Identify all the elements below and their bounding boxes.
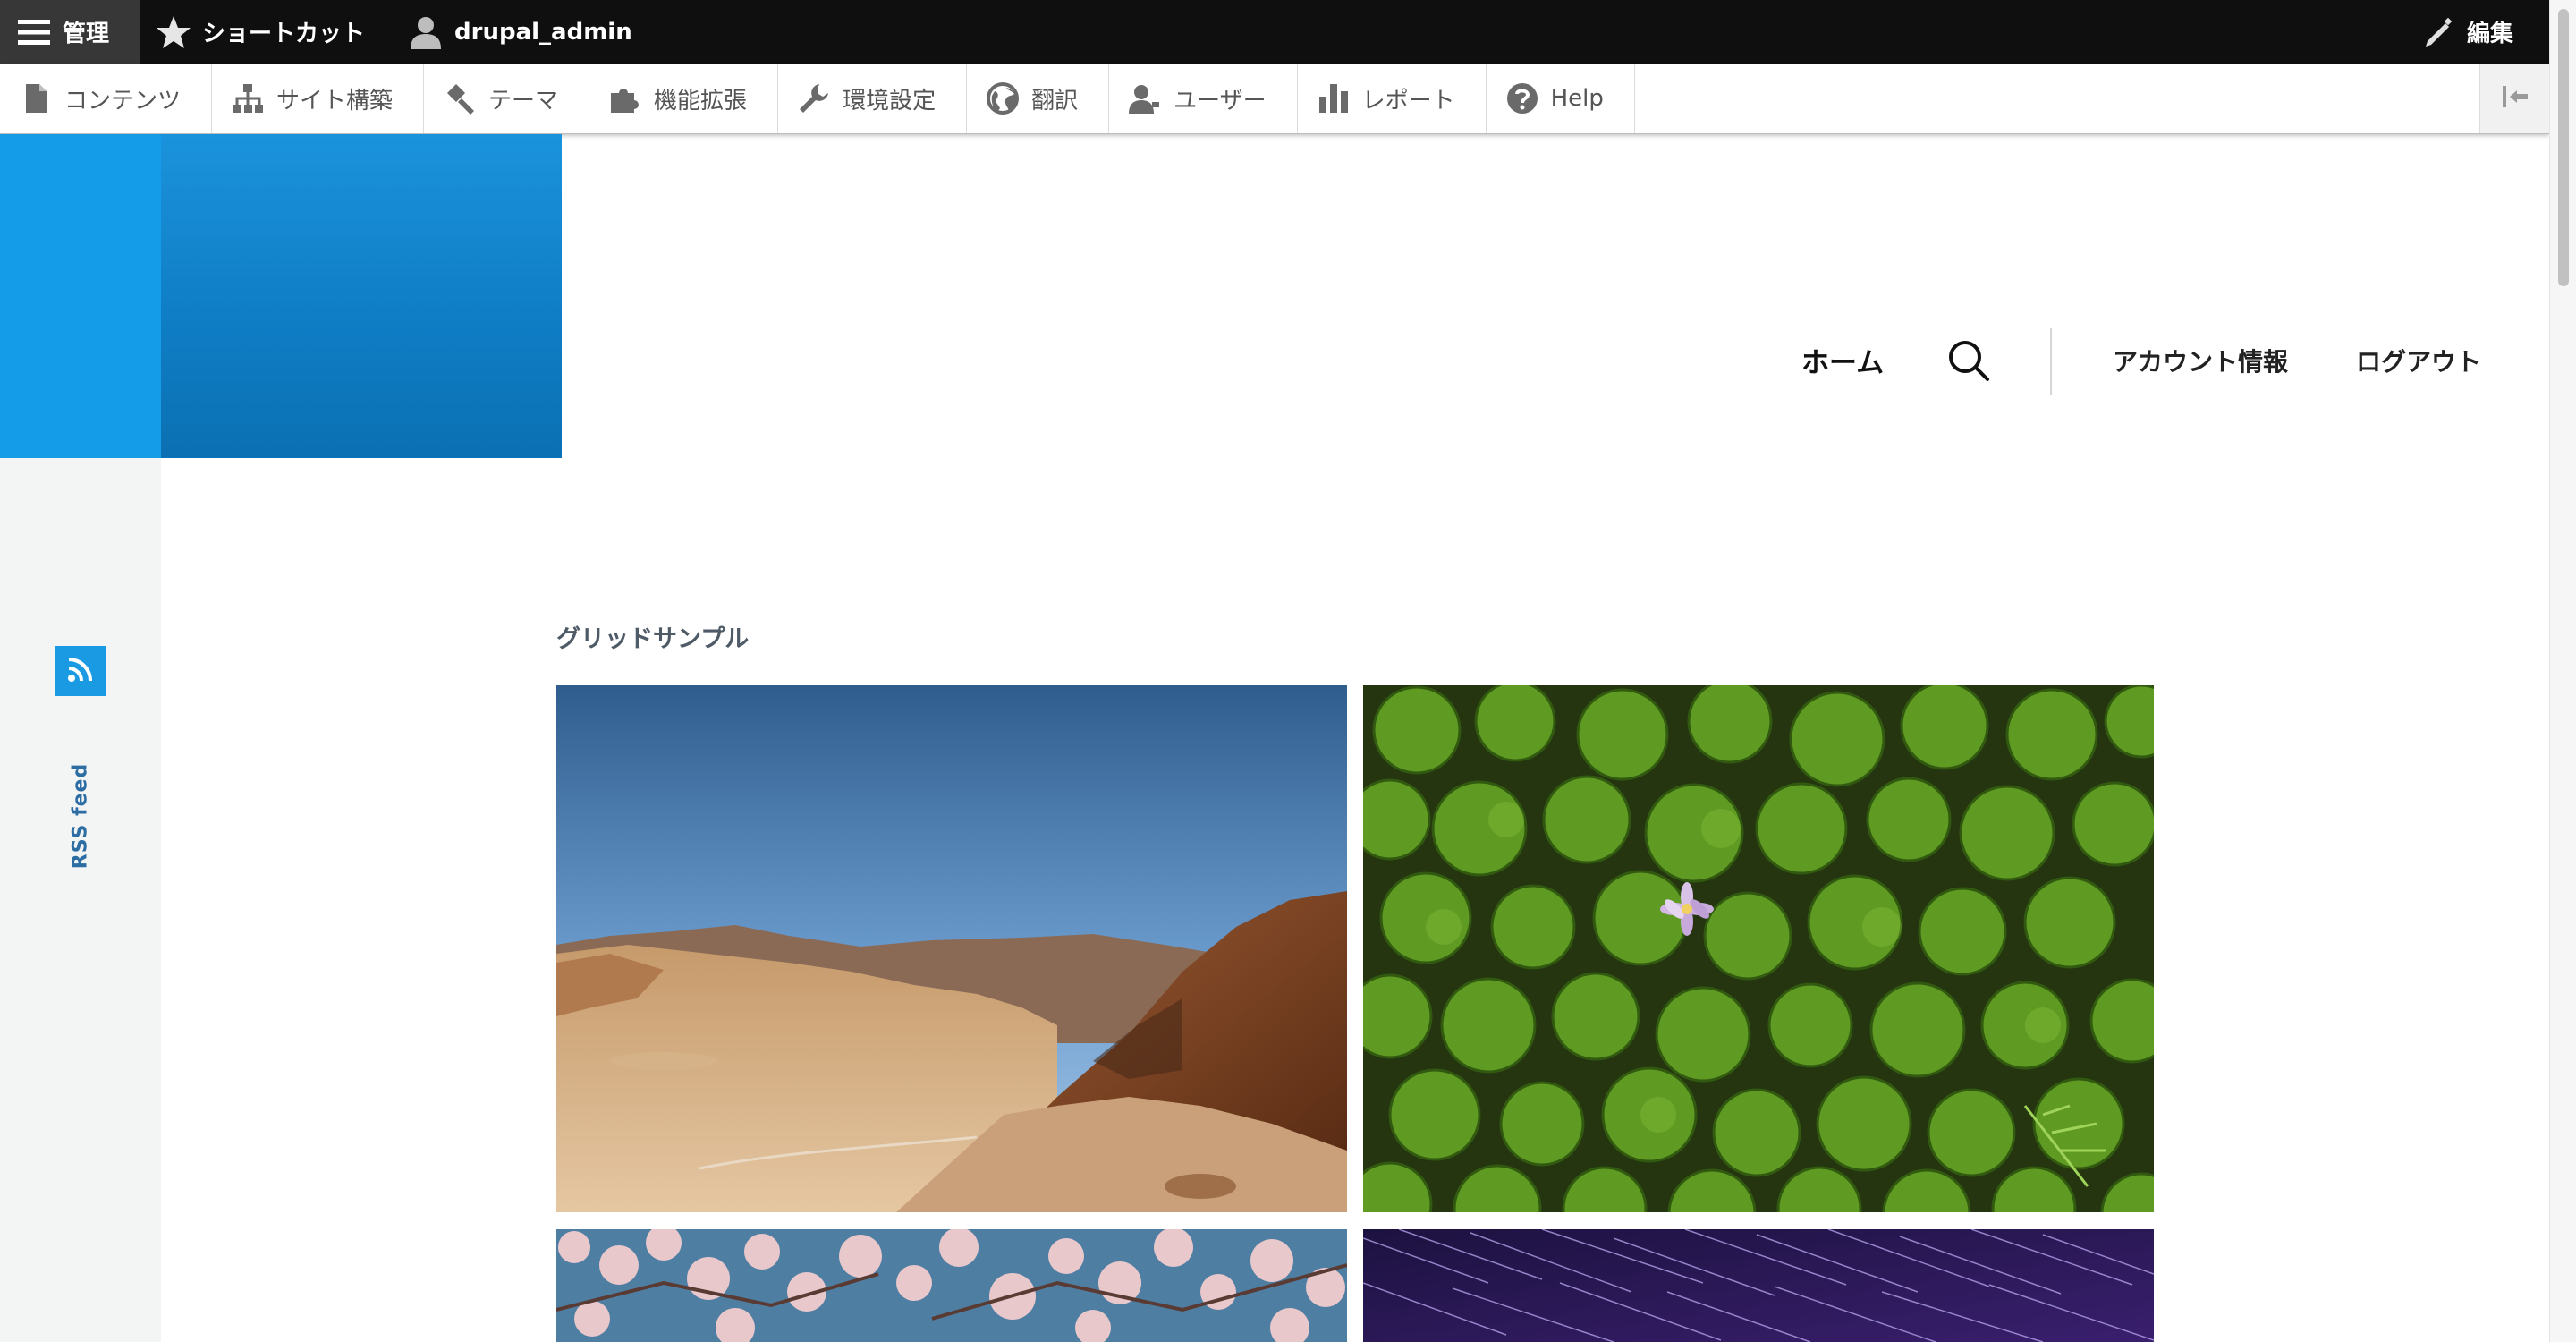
tray-item-people[interactable]: ユーザー (1109, 64, 1298, 133)
rss-feed-label[interactable]: RSS feed (70, 763, 92, 869)
paintbrush-icon (442, 81, 478, 116)
tray-item-appearance[interactable]: テーマ (424, 64, 590, 133)
toolbar-shortcuts-label: ショートカット (202, 21, 366, 47)
wrench-icon (796, 81, 832, 116)
tray-item-configuration[interactable]: 環境設定 (778, 64, 968, 133)
toolbar-user-label: drupal_admin (454, 18, 632, 46)
tray-item-label: テーマ (488, 87, 559, 115)
site-logo-block[interactable] (161, 134, 562, 458)
tray-item-label: コンテンツ (64, 87, 182, 115)
search-icon (1946, 341, 1991, 386)
toolbar-manage-label: 管理 (63, 21, 110, 47)
tray-item-label: 翻訳 (1031, 87, 1079, 115)
tray-item-reports[interactable]: レポート (1298, 64, 1487, 133)
search-button[interactable] (1946, 338, 1991, 383)
grid-image-desert[interactable] (556, 685, 1347, 1212)
file-icon (18, 81, 54, 116)
people-icon (1127, 81, 1163, 116)
tray-item-label: ユーザー (1174, 87, 1267, 115)
page-title: グリッドサンプル (556, 625, 750, 653)
tray-item-translate[interactable]: 翻訳 (967, 64, 1110, 133)
toolbar-user-tab[interactable]: drupal_admin (392, 0, 659, 64)
admin-tray: コンテンツ サイト構築 テーマ 機能拡張 環境設定 翻訳 ユーザー レポート H… (0, 64, 2549, 134)
grid-image-lily-pads[interactable] (1363, 685, 2154, 1212)
globe-icon (985, 81, 1021, 116)
nav-logout-link[interactable]: ログアウト (2356, 343, 2481, 378)
tray-item-content[interactable]: コンテンツ (0, 64, 213, 133)
sitemap-icon (230, 81, 266, 116)
collapse-left-icon (2497, 79, 2533, 118)
grid-image-star-trails[interactable] (1363, 1229, 2154, 1342)
site-logo-side (0, 134, 161, 458)
tray-item-structure[interactable]: サイト構築 (212, 64, 425, 133)
toolbar-edit-button[interactable]: 編集 (2404, 0, 2549, 64)
hamburger-menu-icon (16, 14, 52, 50)
toolbar-shortcuts-tab[interactable]: ショートカット (140, 0, 392, 64)
grid-image-cherry-blossom[interactable] (556, 1229, 1347, 1342)
bar-chart-icon (1316, 81, 1352, 116)
tray-item-help[interactable]: Help (1487, 64, 1635, 133)
rss-icon (65, 654, 96, 688)
tray-item-label: レポート (1361, 87, 1455, 115)
scrollbar-thumb[interactable] (2558, 9, 2569, 286)
nav-divider (2050, 328, 2052, 395)
tray-item-label: 機能拡張 (654, 87, 748, 115)
tray-item-label: サイト構築 (276, 87, 394, 115)
user-icon (408, 14, 444, 50)
tray-item-label: Help (1550, 85, 1604, 112)
page-scrollbar[interactable] (2549, 0, 2576, 1342)
star-icon (156, 14, 191, 50)
tray-orientation-toggle[interactable] (2479, 64, 2549, 133)
puzzle-icon (607, 81, 643, 116)
toolbar-manage-tab[interactable]: 管理 (0, 0, 140, 64)
rss-feed-button[interactable] (55, 646, 106, 696)
tray-item-extend[interactable]: 機能拡張 (589, 64, 779, 133)
toolbar-edit-label: 編集 (2466, 21, 2513, 47)
tray-item-label: 環境設定 (843, 87, 936, 115)
nav-home-link[interactable]: ホーム (1801, 340, 1884, 380)
pencil-icon (2420, 14, 2456, 50)
nav-account-link[interactable]: アカウント情報 (2113, 343, 2288, 378)
help-icon (1504, 81, 1540, 116)
admin-toolbar: 管理 ショートカット drupal_admin 編集 (0, 0, 2549, 64)
